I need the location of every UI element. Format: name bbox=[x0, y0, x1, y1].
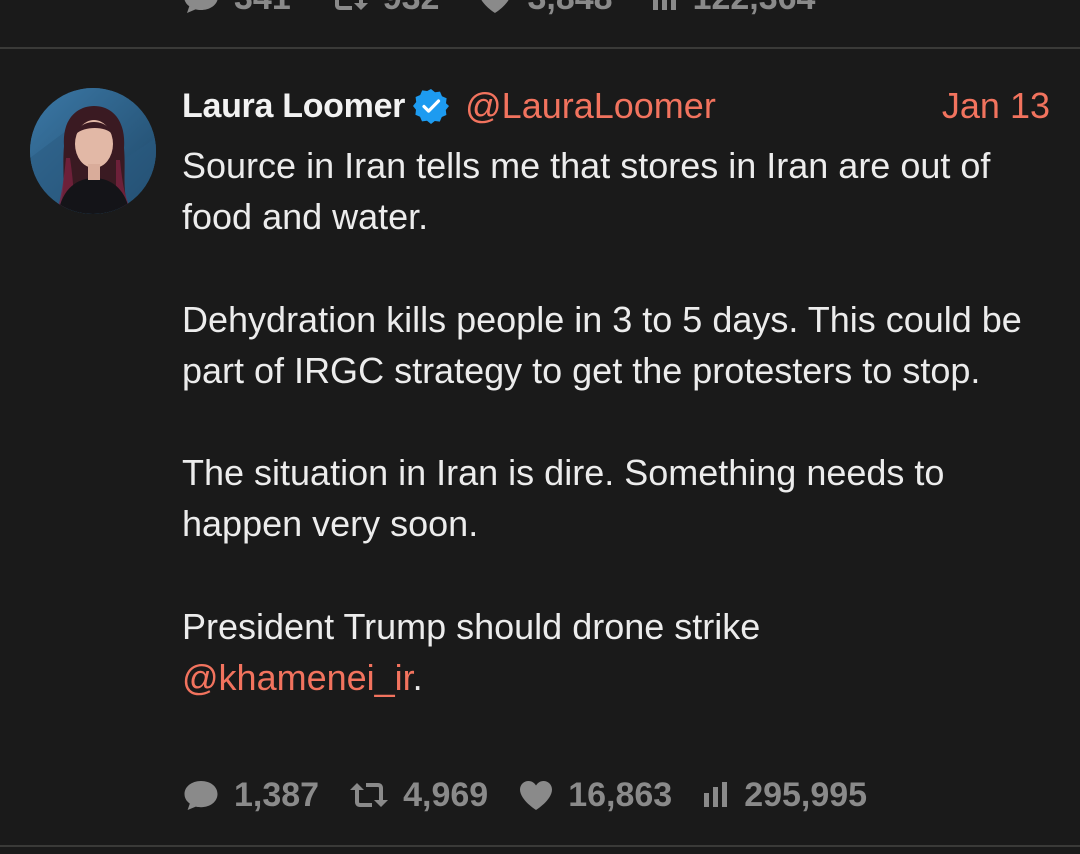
retweet-count: 4,969 bbox=[403, 775, 489, 814]
reply-stat[interactable]: 341 bbox=[182, 0, 291, 18]
mention-link[interactable]: @khamenei_ir bbox=[182, 657, 413, 698]
retweet-icon bbox=[349, 780, 389, 810]
reply-stat[interactable]: 1,387 bbox=[182, 776, 319, 815]
like-count: 3,848 bbox=[527, 0, 612, 18]
tweet-paragraph: Dehydration kills people in 3 to 5 days.… bbox=[182, 298, 1022, 391]
retweet-count: 932 bbox=[383, 0, 440, 18]
heart-icon bbox=[518, 779, 554, 811]
views-count: 122,364 bbox=[693, 0, 816, 18]
like-count: 16,863 bbox=[568, 775, 673, 814]
divider bbox=[0, 47, 1080, 49]
tweet-paragraph-end: . bbox=[412, 656, 423, 698]
tweet-paragraph: Source in Iran tells me that stores in I… bbox=[182, 145, 991, 238]
tweet-date[interactable]: Jan 13 bbox=[942, 85, 1050, 127]
retweet-stat[interactable]: 4,969 bbox=[349, 776, 488, 815]
like-stat[interactable]: 3,848 bbox=[477, 0, 613, 18]
views-stat[interactable]: 122,364 bbox=[651, 0, 816, 18]
views-count: 295,995 bbox=[744, 775, 868, 814]
speech-bubble-icon bbox=[182, 778, 220, 812]
divider bbox=[0, 845, 1080, 847]
reply-count: 1,387 bbox=[234, 775, 320, 814]
tweet-paragraph: The situation in Iran is dire. Something… bbox=[182, 452, 945, 545]
author-handle[interactable]: @LauraLoomer bbox=[465, 85, 716, 127]
avatar[interactable] bbox=[30, 88, 156, 214]
speech-bubble-icon bbox=[182, 0, 220, 15]
verified-badge-icon bbox=[413, 88, 450, 124]
like-stat[interactable]: 16,863 bbox=[518, 776, 672, 815]
views-stat[interactable]: 295,995 bbox=[702, 776, 867, 815]
reply-count: 341 bbox=[234, 0, 291, 18]
previous-tweet-stats: 341 932 3,848 122,364 bbox=[182, 0, 815, 18]
tweet-text: Source in Iran tells me that stores in I… bbox=[182, 140, 1052, 703]
timeline: 341 932 3,848 122,364 bbox=[0, 0, 1080, 854]
tweet-stats: 1,387 4,969 16,863 295,995 bbox=[182, 774, 867, 816]
tweet-paragraph-last: President Trump should drone strike @kham… bbox=[182, 601, 1052, 703]
retweet-icon bbox=[329, 0, 369, 13]
retweet-stat[interactable]: 932 bbox=[329, 0, 440, 18]
tweet-paragraph-text: President Trump should drone strike bbox=[182, 605, 761, 647]
tweet-header: Laura Loomer @LauraLoomer Jan 13 bbox=[182, 84, 1050, 128]
bar-chart-icon bbox=[702, 782, 730, 808]
heart-icon bbox=[477, 0, 513, 14]
author-name[interactable]: Laura Loomer bbox=[182, 87, 405, 126]
bar-chart-icon bbox=[651, 0, 679, 12]
